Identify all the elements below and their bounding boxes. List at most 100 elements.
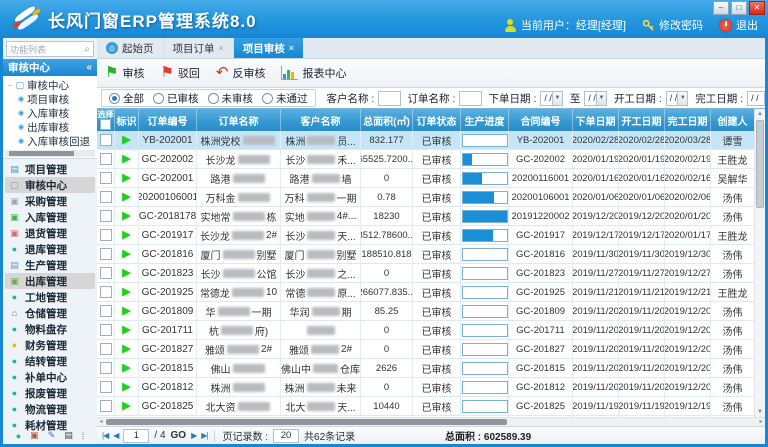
sidebar-item[interactable]: ▤生产管理 (3, 257, 97, 273)
finish-date-input[interactable]: / / (747, 91, 765, 106)
order-date-from-input[interactable]: / /▼ (540, 91, 563, 106)
next-page-button[interactable]: ▶ (191, 431, 196, 440)
row-checkbox[interactable] (100, 362, 112, 374)
sidebar-item[interactable]: ●结转管理 (3, 353, 97, 369)
go-button[interactable]: GO (171, 430, 187, 441)
row-checkbox[interactable] (100, 400, 112, 412)
sidebar-item[interactable]: ▢审核中心 (5, 177, 95, 193)
tree-item[interactable]: ◉项目审核 (3, 92, 97, 106)
filter-radio-0[interactable]: 全部 (109, 91, 144, 106)
row-checkbox[interactable] (100, 267, 112, 279)
sidebar-item[interactable]: ▣出库管理 (5, 273, 95, 289)
sidebar-item[interactable]: ▣退货管理 (3, 225, 97, 241)
function-search-input[interactable]: 功能列表 ⌕ (6, 41, 94, 57)
sidebar-item[interactable]: ⌂仓储管理 (3, 305, 97, 321)
vscroll-thumb[interactable] (756, 120, 764, 208)
close-icon[interactable]: × (219, 43, 224, 53)
last-page-button[interactable]: ▶| (201, 431, 207, 440)
radio-icon[interactable] (153, 93, 164, 104)
tree-item[interactable]: ◉入库审核 (3, 106, 97, 120)
row-checkbox[interactable] (100, 210, 112, 222)
dot-icon[interactable]: ● (16, 431, 21, 441)
sidebar-item[interactable]: ●报废管理 (3, 385, 97, 401)
table-row[interactable]: ▶GC-201809华一期华润期85.25已审核GC-2018092019/11… (97, 302, 765, 321)
order-date-to-input[interactable]: / /▼ (584, 91, 607, 106)
table-row[interactable]: ▶GC-201816厦门别墅厦门别墅188510.818已审核GC-201816… (97, 245, 765, 264)
table-row[interactable]: ▶20200106001万科金万科一期0.78已审核20200106001202… (97, 188, 765, 207)
prev-page-button[interactable]: ◀ (113, 431, 118, 440)
first-page-button[interactable]: |◀ (102, 431, 108, 440)
row-checkbox[interactable] (100, 248, 112, 260)
scroll-up-icon[interactable]: ▲ (755, 109, 765, 119)
sidebar-item[interactable]: ▣入库管理 (3, 209, 97, 225)
scroll-left-icon[interactable]: ◂ (97, 418, 105, 426)
scroll-down-icon[interactable]: ▼ (755, 407, 765, 417)
customer-name-input[interactable] (378, 91, 400, 106)
close-icon[interactable]: × (289, 43, 294, 53)
row-checkbox[interactable] (100, 153, 112, 165)
tab-home[interactable]: ⌂起始页 (97, 38, 164, 58)
more-icon[interactable]: ⁞ (82, 431, 85, 441)
table-row[interactable]: ▶GC-201825北大资北大天...10440已审核GC-2018252019… (97, 397, 765, 416)
maximize-button[interactable]: □ (731, 1, 747, 15)
close-button[interactable]: ✕ (749, 1, 765, 15)
row-checkbox[interactable] (100, 286, 112, 298)
book-icon[interactable]: ▤ (64, 430, 73, 441)
tab-project-orders[interactable]: 项目订单× (164, 38, 234, 58)
radio-icon[interactable] (109, 93, 120, 104)
chevron-down-icon[interactable]: ▼ (552, 92, 562, 105)
chevron-down-icon[interactable]: ▼ (677, 92, 687, 105)
row-checkbox[interactable] (100, 305, 112, 317)
horizontal-scrollbar[interactable]: ◂ ▸ (97, 417, 765, 426)
row-checkbox[interactable] (100, 324, 112, 336)
start-date-input[interactable]: / /▼ (666, 91, 689, 106)
tree-root[interactable]: – ▢ 审核中心 (3, 78, 97, 92)
table-row[interactable]: ▶GC-202002长沙龙长沙禾...65525.7200...已审核GC-20… (97, 150, 765, 169)
table-row[interactable]: ▶GC-201925常德龙10常德原...266077.835...已审核GC-… (97, 283, 765, 302)
logout-button[interactable]: 退出 (719, 17, 758, 33)
row-checkbox[interactable] (100, 343, 112, 355)
filter-radio-3[interactable]: 未通过 (262, 91, 308, 106)
radio-icon[interactable] (208, 93, 219, 104)
tree-item[interactable]: ◉出库审核 (3, 120, 97, 134)
sidebar-item[interactable]: ●物流管理 (3, 401, 97, 417)
sidebar-item[interactable]: ●退库管理 (3, 241, 97, 257)
report-center-button[interactable]: 报表中心 (281, 65, 346, 81)
minimize-button[interactable]: – (713, 1, 729, 15)
reverse-audit-button[interactable]: ↶反审核 (216, 65, 266, 81)
sidebar-item[interactable]: ▤项目管理 (3, 161, 97, 177)
table-row[interactable]: ▶GC-2018178实地常栋实地4#...18230已审核2019122000… (97, 207, 765, 226)
table-row[interactable]: ▶GC-201827雅颂2#雅颂2#0已审核GC-2018272019/11/2… (97, 340, 765, 359)
audit-button[interactable]: ⚑审核 (105, 65, 144, 81)
filter-radio-2[interactable]: 未审核 (208, 91, 254, 106)
order-name-input[interactable] (459, 91, 481, 106)
row-checkbox[interactable] (100, 381, 112, 393)
radio-icon[interactable] (262, 93, 273, 104)
tab-project-audit[interactable]: 项目审核× (234, 38, 303, 58)
table-row[interactable]: ▶GC-201815佛山佛山中仓库2626已审核GC-2018152019/11… (97, 359, 765, 378)
reject-button[interactable]: ⚑驳回 (160, 65, 199, 81)
hscroll-thumb[interactable] (106, 419, 507, 425)
table-row[interactable]: ▶GC-201711杭府)0已审核GC-2017112019/11/202019… (97, 321, 765, 340)
vertical-scrollbar[interactable]: ▲ ▼ (754, 109, 765, 417)
sidebar-item[interactable]: ▣采购管理 (3, 193, 97, 209)
select-all-checkbox[interactable] (100, 119, 111, 130)
change-password-button[interactable]: 修改密码 (642, 17, 703, 33)
cart-icon[interactable]: ▣ (30, 430, 39, 441)
row-checkbox[interactable] (100, 191, 112, 203)
tree-hscrollbar[interactable] (5, 150, 95, 157)
filter-radio-1[interactable]: 已审核 (153, 91, 199, 106)
table-row[interactable]: ▶YB-202001株洲党校株洲员...832.177已审核YB-2020012… (97, 131, 765, 150)
page-size-input[interactable]: 20 (273, 429, 299, 443)
row-checkbox[interactable] (100, 134, 112, 146)
collapse-icon[interactable]: « (86, 62, 92, 73)
table-row[interactable]: ▶GC-201917长沙龙2#长沙天...8512.78600...已审核GC-… (97, 226, 765, 245)
sidebar-item[interactable]: ●财务管理 (3, 337, 97, 353)
chevron-down-icon[interactable]: ▼ (596, 92, 606, 105)
sidebar-item[interactable]: ●工地管理 (3, 289, 97, 305)
scroll-right-icon[interactable]: ▸ (757, 418, 765, 426)
row-checkbox[interactable] (100, 229, 112, 241)
table-row[interactable]: ▶GC-201823长沙公馆长沙之...0已审核GC-2018232019/11… (97, 264, 765, 283)
sidebar-item[interactable]: ●补单中心 (3, 369, 97, 385)
sidebar-item[interactable]: ●物料盘存 (3, 321, 97, 337)
